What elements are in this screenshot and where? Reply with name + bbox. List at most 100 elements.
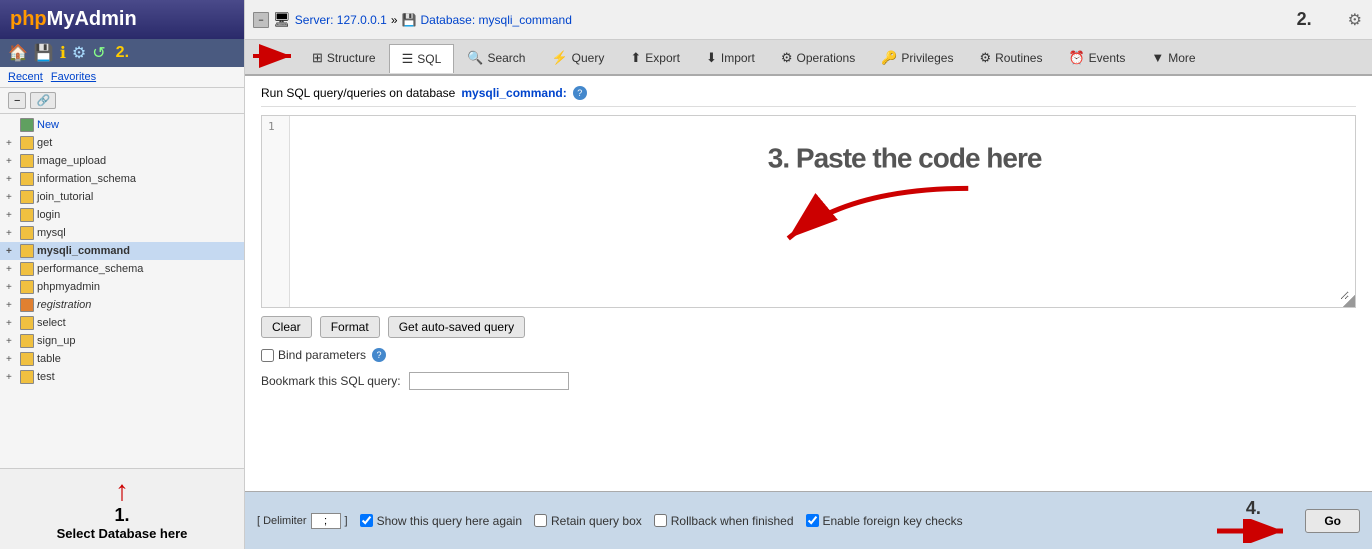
auto-save-button[interactable]: Get auto-saved query — [388, 316, 525, 338]
show-query-checkbox[interactable] — [360, 514, 373, 527]
clear-button[interactable]: Clear — [261, 316, 312, 338]
delimiter-label: [ Delimiter — [257, 515, 307, 527]
tab-routines[interactable]: ⚙Routines — [966, 43, 1055, 72]
retain-query-label[interactable]: Retain query box — [534, 514, 642, 528]
settings-icon[interactable]: ⚙ — [72, 43, 86, 63]
expand-icon[interactable]: + — [6, 210, 18, 221]
tree-item[interactable]: +performance_schema — [0, 260, 244, 278]
import-tab-icon: ⬇ — [706, 50, 717, 66]
export-tab-icon: ⬆ — [630, 50, 641, 66]
tree-item-label: join_tutorial — [37, 191, 93, 203]
privileges-tab-icon: 🔑 — [881, 50, 897, 66]
expand-icon[interactable]: + — [6, 318, 18, 329]
tree-item[interactable]: +mysqli_command — [0, 242, 244, 260]
db-icon[interactable]: 💾 — [34, 43, 54, 63]
format-button[interactable]: Format — [320, 316, 380, 338]
tab-sql[interactable]: ☰SQL — [389, 44, 455, 73]
go-button[interactable]: Go — [1305, 509, 1360, 533]
tree-item[interactable]: +information_schema — [0, 170, 244, 188]
tab-export[interactable]: ⬆ Export — [617, 43, 693, 72]
tree-item[interactable]: +test — [0, 368, 244, 386]
expand-icon[interactable]: + — [6, 192, 18, 203]
tab-more[interactable]: ▼More — [1138, 43, 1208, 71]
expand-icon[interactable]: + — [6, 156, 18, 167]
tree-item-label: registration — [37, 299, 91, 311]
main-content: − 🖥 Server: 127.0.0.1 » 💾 Database: mysq… — [245, 0, 1372, 549]
tab-operations[interactable]: ⚙Operations — [768, 43, 868, 72]
tab-search[interactable]: 🔍Search — [454, 43, 538, 72]
tree-item[interactable]: +table — [0, 350, 244, 368]
foreign-key-label[interactable]: Enable foreign key checks — [806, 514, 963, 528]
server-icon: 🖥 — [273, 11, 291, 28]
home-icon[interactable]: 🏠 — [8, 43, 28, 63]
db-type-icon — [20, 334, 34, 348]
expand-icon[interactable]: + — [6, 336, 18, 347]
tree-item[interactable]: + registration — [0, 296, 244, 314]
tree-item[interactable]: + sign_up — [0, 332, 244, 350]
recent-link[interactable]: Recent — [8, 71, 43, 83]
link-btn[interactable]: 🔗 — [30, 92, 56, 109]
tree-item-label: New — [37, 119, 59, 131]
expand-icon[interactable]: + — [6, 228, 18, 239]
tab-events[interactable]: ⏰Events — [1055, 43, 1138, 72]
tree-item[interactable]: +select — [0, 314, 244, 332]
rollback-checkbox[interactable] — [654, 514, 667, 527]
db-type-icon — [20, 370, 34, 384]
gear-icon[interactable]: ⚙ — [1348, 10, 1362, 30]
expand-icon[interactable]: + — [6, 246, 18, 257]
tab-import[interactable]: ⬇Import — [693, 43, 768, 72]
breadcrumb-database[interactable]: Database: mysqli_command — [420, 13, 571, 27]
bookmark-input[interactable] — [409, 372, 569, 390]
expand-icon[interactable]: + — [6, 264, 18, 275]
tree-item-label: get — [37, 137, 52, 149]
show-query-label[interactable]: Show this query here again — [360, 514, 522, 528]
resize-handle[interactable] — [1343, 295, 1355, 307]
foreign-key-checkbox[interactable] — [806, 514, 819, 527]
tree-item[interactable]: + login — [0, 206, 244, 224]
tree-item-label: sign_up — [37, 335, 76, 347]
delimiter-input[interactable] — [311, 513, 341, 529]
bind-params-label[interactable]: Bind parameters — [261, 348, 366, 362]
export-tab-label: Export — [645, 51, 680, 65]
tree-item[interactable]: +mysql — [0, 224, 244, 242]
favorites-link[interactable]: Favorites — [51, 71, 96, 83]
bind-params-help[interactable]: ? — [372, 348, 386, 362]
db-type-icon — [20, 280, 34, 294]
expand-icon[interactable]: + — [6, 282, 18, 293]
tree-item-label: login — [37, 209, 60, 221]
retain-query-checkbox[interactable] — [534, 514, 547, 527]
collapse-all-btn[interactable]: − — [8, 92, 26, 109]
sql-tab-label: SQL — [417, 52, 441, 66]
tree-item[interactable]: +image_upload — [0, 152, 244, 170]
more-tab-label: More — [1168, 51, 1195, 65]
info-icon[interactable]: ℹ — [60, 43, 66, 63]
tree-item[interactable]: + join_tutorial — [0, 188, 244, 206]
bind-params-checkbox[interactable] — [261, 349, 274, 362]
tree-item[interactable]: +phpmyadmin — [0, 278, 244, 296]
rollback-label[interactable]: Rollback when finished — [654, 514, 794, 528]
database-icon: 💾 — [402, 13, 417, 27]
expand-icon[interactable]: + — [6, 372, 18, 383]
tab-structure[interactable]: ⊞Structure — [299, 43, 389, 72]
breadcrumb-server[interactable]: Server: 127.0.0.1 — [295, 13, 387, 27]
expand-icon[interactable]: + — [6, 354, 18, 365]
tree-item[interactable]: + get — [0, 134, 244, 152]
tree-item[interactable]: New — [0, 116, 244, 134]
expand-icon[interactable]: + — [6, 174, 18, 185]
tab-query[interactable]: ⚡Query — [538, 43, 617, 72]
tab-privileges[interactable]: 🔑Privileges — [868, 43, 966, 72]
logo-php: php — [10, 8, 47, 30]
bottom-bar: [ Delimiter ] Show this query here again… — [245, 491, 1372, 549]
sidebar-controls: − 🔗 — [0, 88, 244, 114]
expand-icon[interactable]: + — [6, 138, 18, 149]
arrow-up-icon: ↑ — [8, 477, 236, 505]
expand-icon[interactable]: + — [6, 300, 18, 311]
version-label: 2. — [116, 44, 129, 62]
sidebar-header: phpMyAdmin — [0, 0, 244, 39]
help-icon[interactable]: ? — [573, 86, 587, 100]
search-tab-icon: 🔍 — [467, 50, 483, 66]
sql-textarea-area[interactable]: 3. Paste the code here — [290, 116, 1355, 307]
window-minimize-btn[interactable]: − — [253, 12, 269, 28]
sql-tab-icon: ☰ — [402, 51, 414, 67]
refresh-icon[interactable]: ↺ — [92, 43, 105, 63]
